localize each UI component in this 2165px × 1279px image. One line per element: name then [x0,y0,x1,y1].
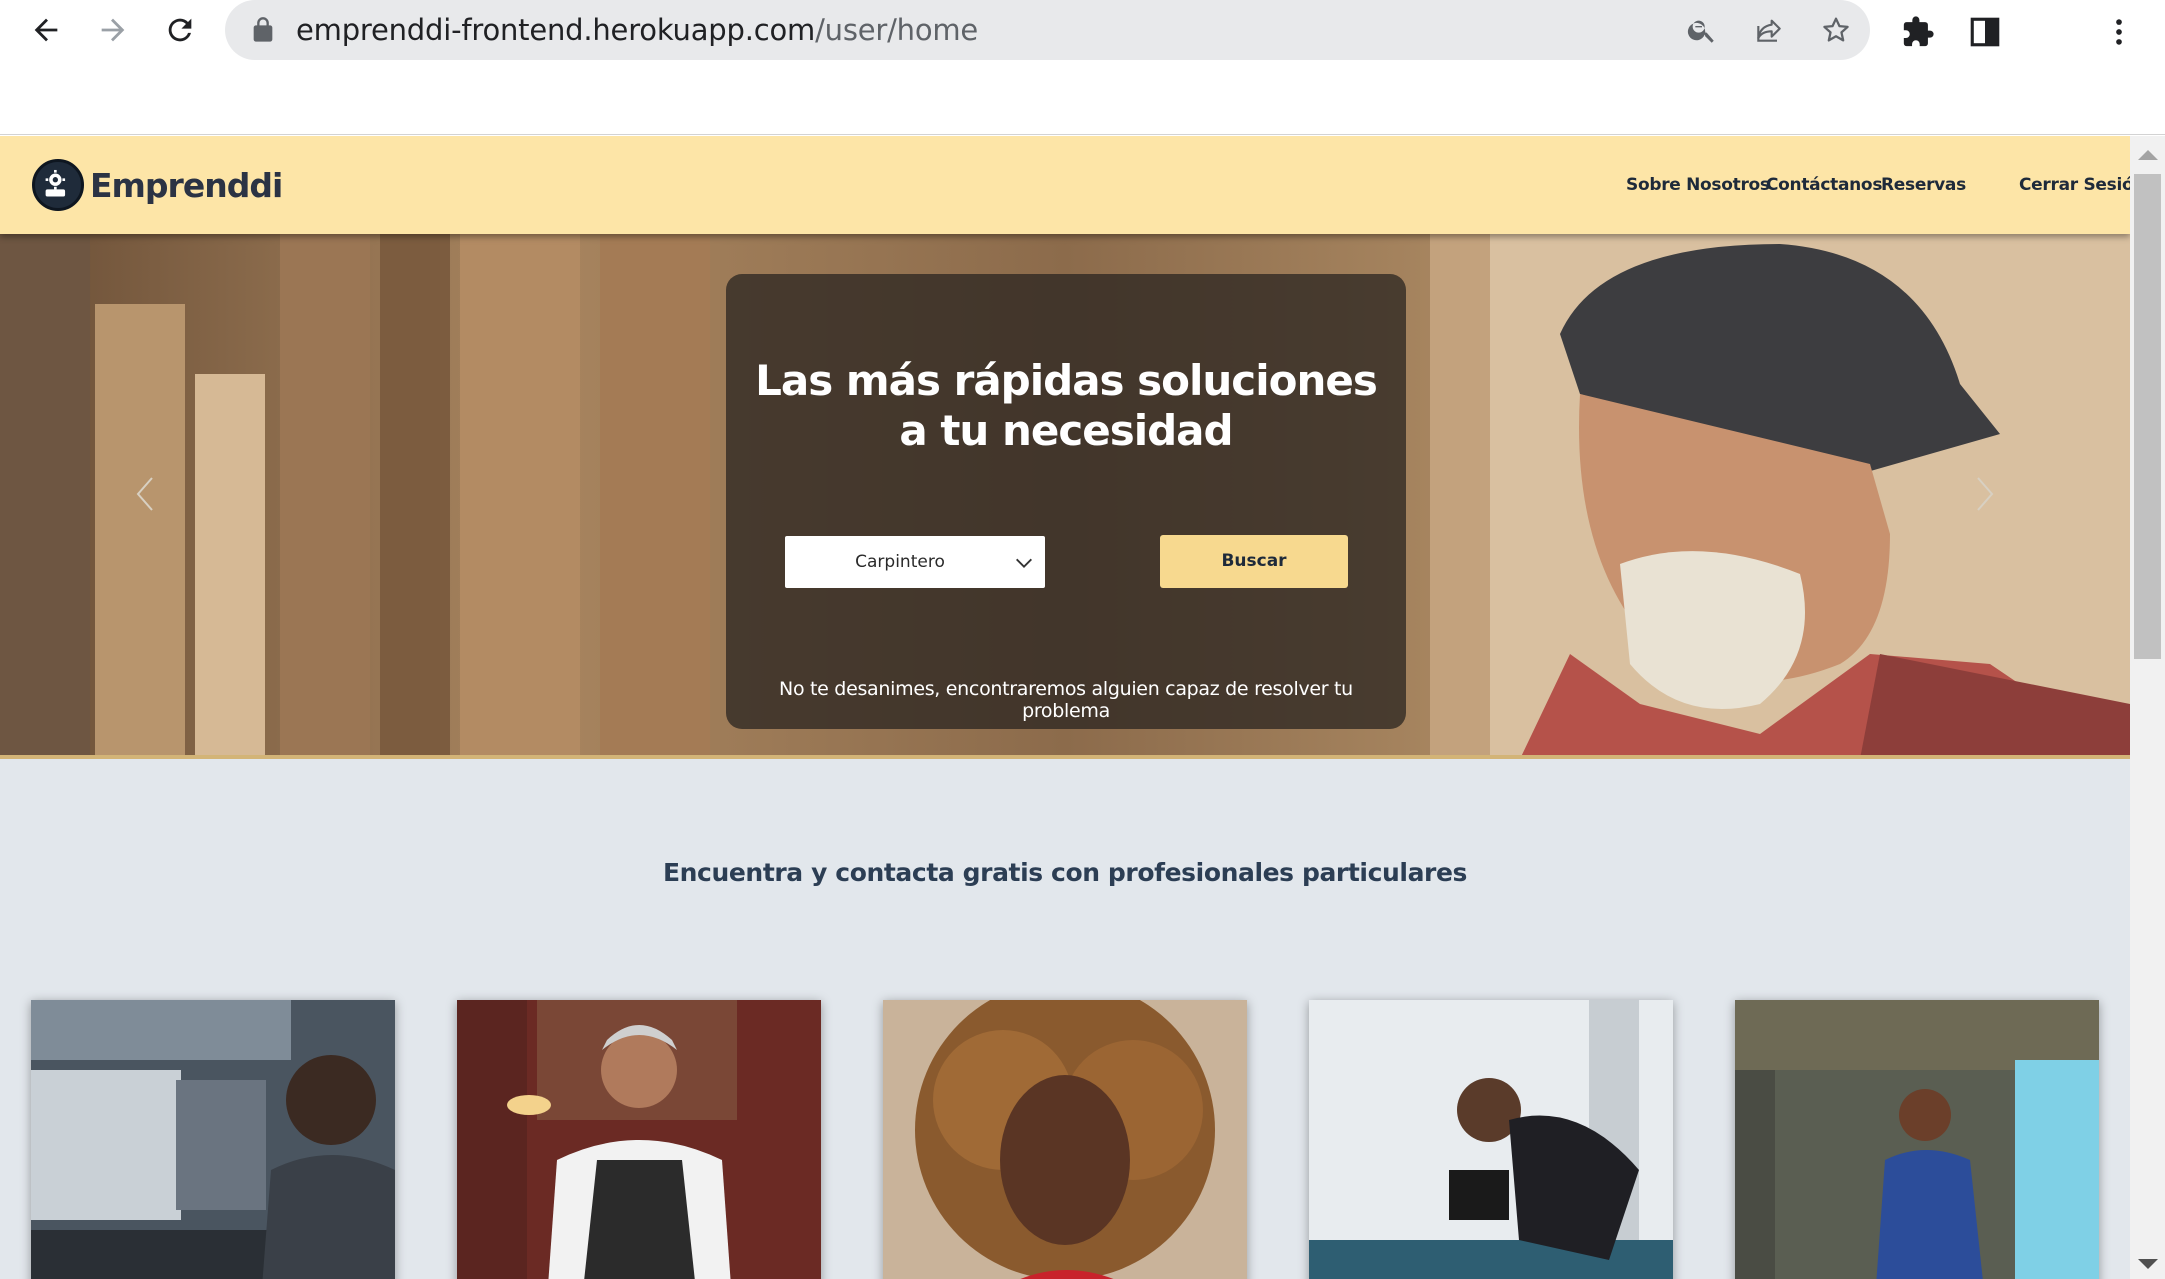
professional-card[interactable] [31,1000,395,1279]
nav-reservas[interactable]: Reservas [1881,136,1966,234]
card-image-chef [457,1000,821,1279]
search-button[interactable]: Buscar [1160,535,1348,588]
card-image-woman [883,1000,1247,1279]
brand-badge-icon [32,159,84,211]
profession-select-value: Carpintero [855,552,945,572]
share-icon[interactable] [1749,10,1789,50]
brand-logo[interactable]: Emprenddi [32,157,283,213]
card-image-fashion [1735,1000,2099,1279]
professional-card[interactable] [457,1000,821,1279]
nav-sobre-nosotros[interactable]: Sobre Nosotros [1626,136,1770,234]
extensions-puzzle-icon[interactable] [1896,10,1940,54]
card-image-gamer [31,1000,395,1279]
card-image-photographer [1309,1000,1673,1279]
address-bar[interactable]: emprenddi-frontend.herokuapp.com/user/ho… [225,0,1870,60]
reload-icon[interactable] [158,8,202,52]
browser-menu-icon[interactable] [2097,10,2141,54]
professional-card[interactable] [1309,1000,1673,1279]
hero-note: No te desanimes, encontraremos alguien c… [779,678,1353,722]
carousel-prev-icon[interactable] [130,474,160,514]
chevron-down-icon [1016,558,1032,568]
carousel-next-icon[interactable] [1970,474,2000,514]
page-scrollbar[interactable] [2130,136,2165,1279]
nav-cerrar-sesion[interactable]: Cerrar Sesión [2019,136,2130,234]
lock-icon [253,17,273,42]
forward-icon[interactable] [91,8,135,52]
url-text: emprenddi-frontend.herokuapp.com/user/ho… [296,0,978,60]
profession-select[interactable]: Carpintero [785,536,1045,588]
zoom-icon[interactable] [1682,10,1722,50]
page-viewport: Emprenddi Sobre Nosotros Contáctanos Res… [0,136,2130,1279]
browser-toolbar: emprenddi-frontend.herokuapp.com/user/ho… [0,0,2165,135]
professional-card[interactable] [1735,1000,2099,1279]
site-header: Emprenddi Sobre Nosotros Contáctanos Res… [0,136,2130,234]
back-icon[interactable] [24,8,68,52]
section-title: Encuentra y contacta gratis con profesio… [662,858,1468,887]
scroll-down-arrow-icon[interactable] [2138,1259,2158,1269]
hero-title: Las más rápidas soluciones a tu necesida… [755,356,1378,455]
hero-carousel: Las más rápidas soluciones a tu necesida… [0,234,2130,759]
bookmark-star-icon[interactable] [1816,10,1856,50]
side-panel-icon[interactable] [1963,10,2007,54]
professional-card[interactable] [883,1000,1247,1279]
url-host: emprenddi-frontend.herokuapp.com [296,13,816,47]
url-path: /user/home [815,13,979,47]
scroll-thumb[interactable] [2134,174,2161,659]
nav-contactanos[interactable]: Contáctanos [1766,136,1882,234]
brand-name: Emprenddi [90,165,283,205]
scroll-up-arrow-icon[interactable] [2138,150,2158,160]
hero-search-panel: Las más rápidas soluciones a tu necesida… [726,274,1406,729]
